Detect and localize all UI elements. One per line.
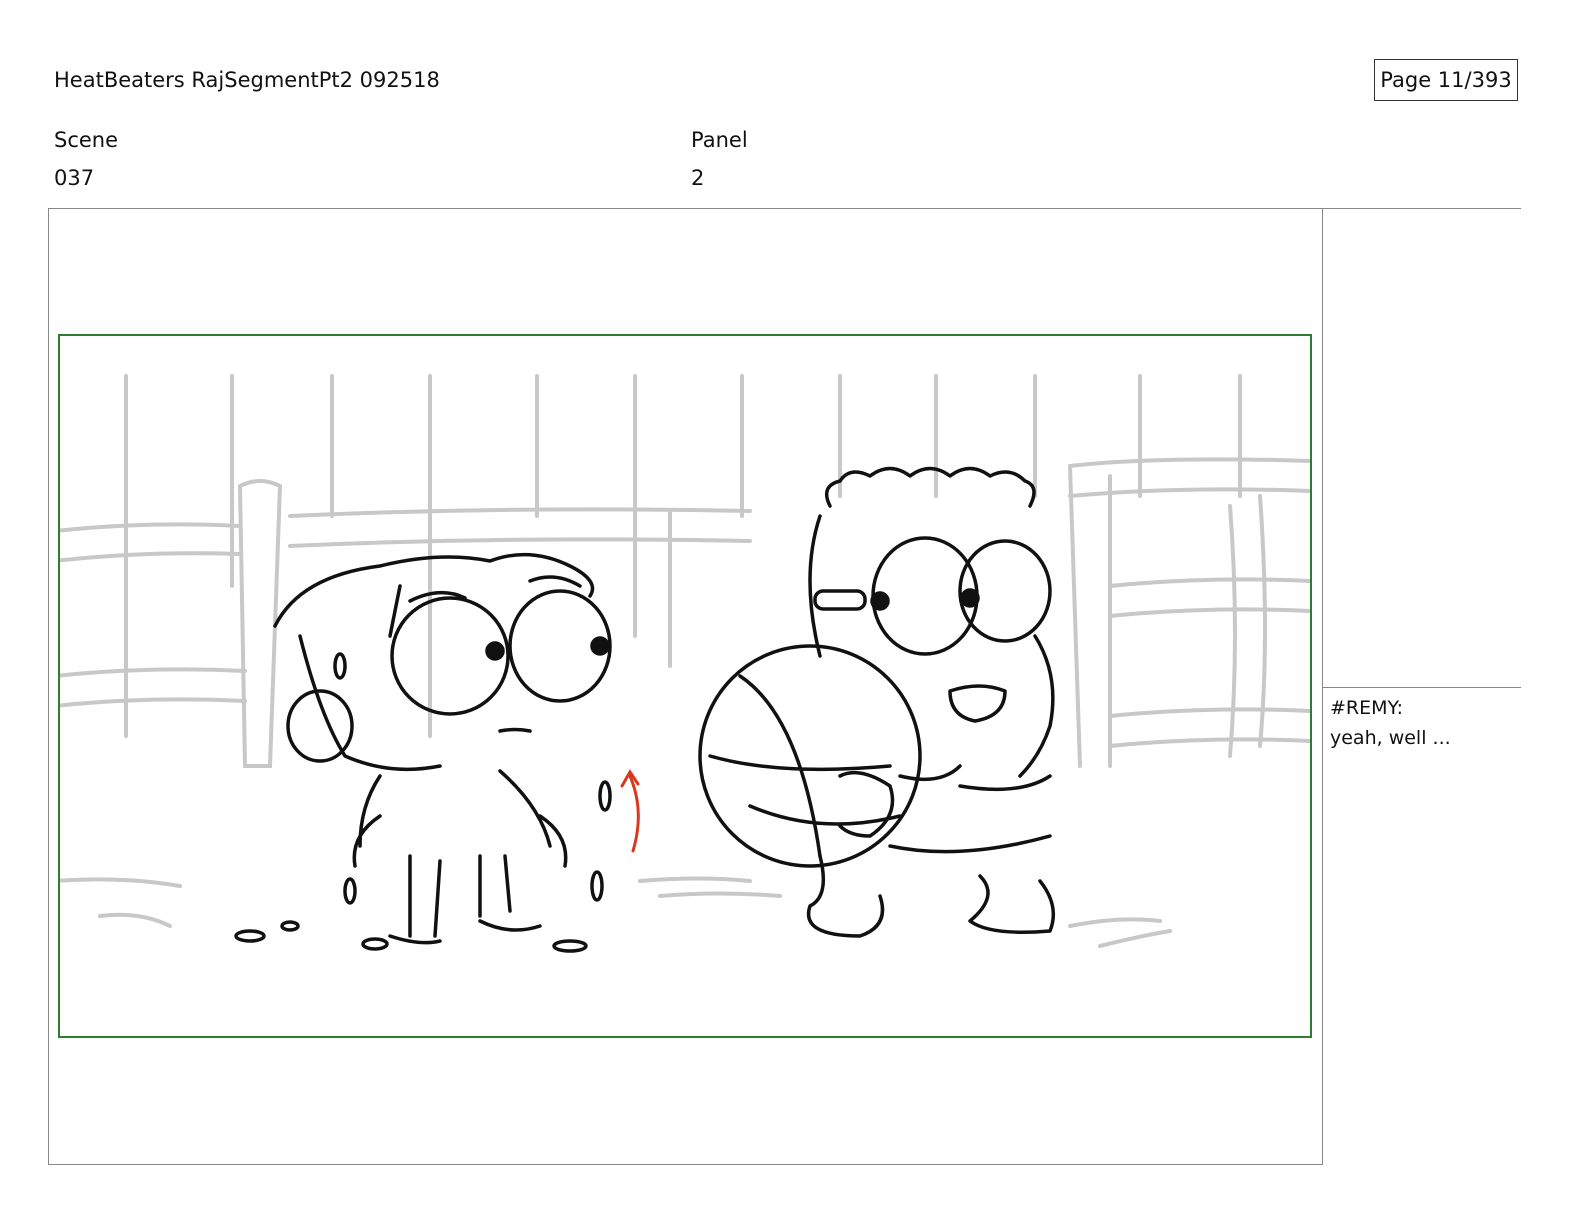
dialogue-speaker: #REMY: xyxy=(1330,697,1404,719)
motion-arrow xyxy=(620,769,640,853)
document-title: HeatBeaters RajSegmentPt2 092518 xyxy=(54,68,440,92)
character-right xyxy=(698,466,1056,938)
fence-background xyxy=(60,374,1310,948)
notes-top-rule xyxy=(1323,208,1521,209)
notes-dialogue-rule xyxy=(1323,687,1521,688)
panel-label: Panel xyxy=(691,128,748,152)
storyboard-sketch xyxy=(60,374,1310,953)
scene-label: Scene xyxy=(54,128,119,152)
dialogue-line: yeah, well ... xyxy=(1330,727,1451,749)
page-indicator: Page 11/393 xyxy=(1374,59,1518,101)
scene-value: 037 xyxy=(54,166,95,190)
panel-value: 2 xyxy=(691,166,705,190)
safe-area xyxy=(58,334,1312,1038)
character-left xyxy=(234,552,612,953)
